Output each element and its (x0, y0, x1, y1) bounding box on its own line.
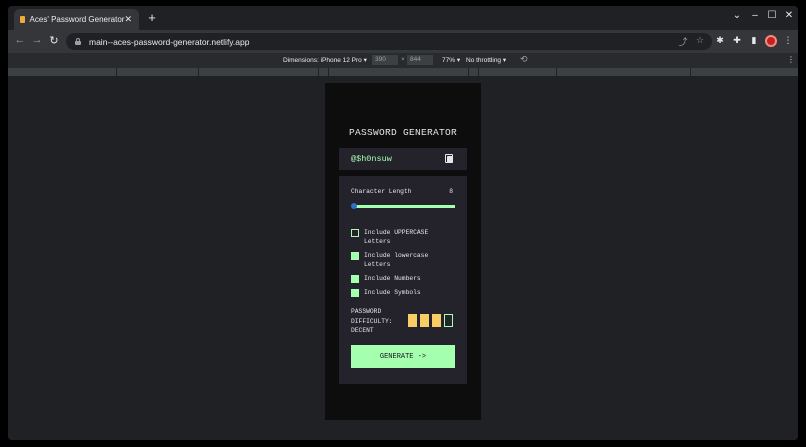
maximize-button[interactable]: ☐ (765, 10, 779, 21)
minimize-button[interactable]: – (748, 10, 762, 21)
profile-avatar[interactable] (765, 35, 777, 47)
strength-meter (408, 314, 453, 327)
lock-icon[interactable] (75, 38, 81, 45)
forward-button[interactable]: → (30, 34, 44, 46)
throttling-select[interactable]: No throttling ▾ (466, 56, 506, 64)
copy-icon[interactable] (445, 154, 454, 164)
url-text[interactable]: main--aces-password-generator.netlify.ap… (89, 37, 249, 47)
back-button[interactable]: ← (13, 34, 27, 46)
side-panel-icon[interactable]: ▮ (748, 35, 760, 46)
times-separator: × (401, 56, 405, 63)
zoom-select[interactable]: 77% ▾ (442, 56, 460, 64)
lowercase-checkbox[interactable] (351, 252, 359, 260)
generator-panel: Character Length 8 Include UPPERCASE Let… (339, 176, 467, 384)
numbers-label[interactable]: Include Numbers (364, 274, 444, 283)
option-uppercase[interactable]: Include UPPERCASE Letters (351, 228, 444, 246)
device-more-icon[interactable]: ⋮ (787, 55, 795, 64)
puzzle-icon[interactable]: ✚ (731, 35, 743, 46)
folder-icon (20, 16, 25, 23)
strength-label: PASSWORD DIFFICULTY: DECENT (351, 308, 393, 334)
option-symbols[interactable]: Include Symbols (351, 288, 444, 297)
generated-password: @$h0nsuw (351, 154, 392, 164)
option-numbers[interactable]: Include Numbers (351, 274, 444, 283)
extension-icon[interactable]: ✱ (714, 35, 726, 46)
strength-bar (432, 314, 441, 327)
browser-window: Aces' Password Generator ✕ + ⌄ – ☐ ✕ ← →… (8, 6, 798, 440)
generate-button[interactable]: GENERATE -> (351, 345, 455, 368)
bookmark-star-icon[interactable]: ☆ (694, 35, 706, 46)
character-length-value: 8 (449, 188, 453, 195)
uppercase-checkbox[interactable] (351, 229, 359, 237)
device-height-input[interactable]: 844 (407, 55, 433, 65)
share-icon[interactable]: ⤴ (677, 35, 689, 48)
media-query-ruler[interactable] (8, 68, 798, 76)
browser-tab[interactable]: Aces' Password Generator ✕ (14, 9, 139, 30)
device-width-input[interactable]: 390 (372, 55, 398, 65)
tab-title: Aces' Password Generator (29, 15, 125, 24)
device-toolbar: Dimensions: iPhone 12 Pro ▾ 390 × 844 77… (8, 53, 798, 68)
new-tab-button[interactable]: + (145, 10, 159, 25)
kebab-menu-icon[interactable]: ⋮ (782, 35, 794, 46)
close-window-button[interactable]: ✕ (782, 10, 796, 21)
tab-strip: Aces' Password Generator ✕ + ⌄ – ☐ ✕ (8, 6, 798, 30)
browser-toolbar: ← → ↻ main--aces-password-generator.netl… (8, 30, 798, 53)
symbols-checkbox[interactable] (351, 289, 359, 297)
device-dimensions-select[interactable]: Dimensions: iPhone 12 Pro ▾ (283, 56, 367, 64)
close-tab-icon[interactable]: ✕ (124, 14, 132, 25)
strength-bar (408, 314, 417, 327)
character-length-slider[interactable] (351, 203, 455, 209)
tab-search-icon[interactable]: ⌄ (730, 10, 744, 21)
strength-bar (444, 314, 453, 327)
reload-button[interactable]: ↻ (47, 34, 61, 47)
uppercase-label[interactable]: Include UPPERCASE Letters (364, 228, 444, 246)
password-display: @$h0nsuw (339, 148, 467, 170)
address-bar[interactable]: main--aces-password-generator.netlify.ap… (66, 33, 712, 50)
device-viewport: PASSWORD GENERATOR @$h0nsuw Character Le… (325, 83, 481, 420)
page-title: PASSWORD GENERATOR (348, 127, 458, 138)
strength-bar (420, 314, 429, 327)
slider-thumb[interactable] (351, 203, 357, 209)
rotate-icon[interactable]: ⟲ (520, 54, 528, 65)
option-lowercase[interactable]: Include lowercase Letters (351, 251, 444, 269)
character-length-label: Character Length (351, 188, 412, 195)
numbers-checkbox[interactable] (351, 275, 359, 283)
symbols-label[interactable]: Include Symbols (364, 288, 444, 297)
lowercase-label[interactable]: Include lowercase Letters (364, 251, 444, 269)
